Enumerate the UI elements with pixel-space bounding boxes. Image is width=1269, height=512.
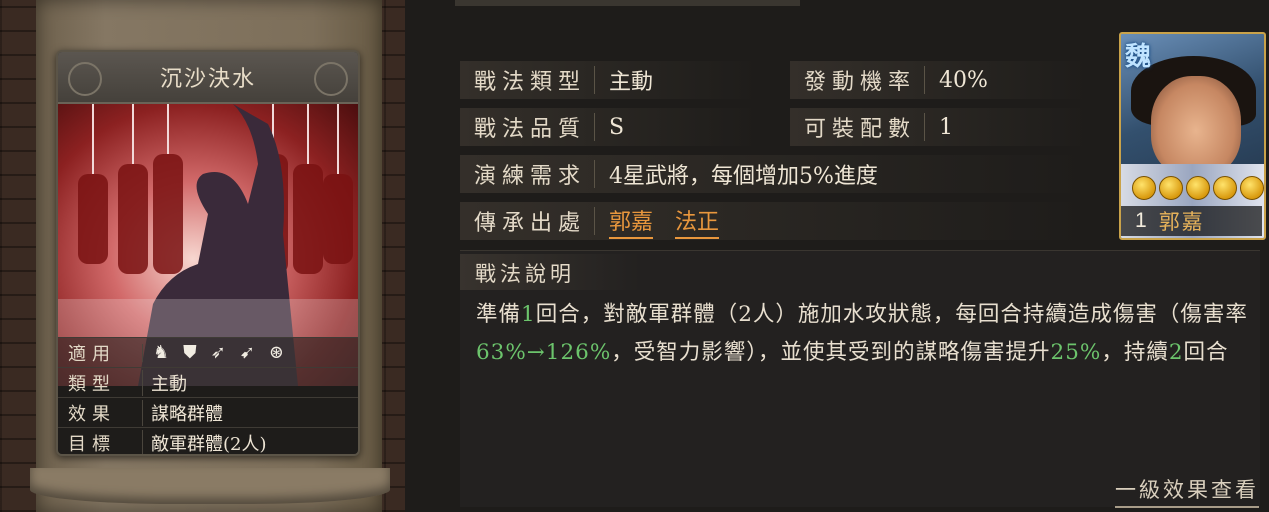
info-row-skill-type: 戰法類型 主動 bbox=[460, 61, 760, 99]
corner-ornament-icon bbox=[68, 62, 102, 96]
spear-icon: ➹ bbox=[239, 341, 255, 363]
description-highlight: 25% bbox=[1050, 340, 1102, 365]
stat-label: 類型 bbox=[68, 373, 116, 395]
star-icon bbox=[1213, 176, 1237, 200]
stat-value: 敵軍群體(2人) bbox=[142, 429, 267, 454]
stat-row-target: 目標 敵軍群體(2人) bbox=[58, 427, 358, 455]
hero-level: 1 bbox=[1135, 209, 1147, 232]
stat-label: 目標 bbox=[68, 433, 116, 455]
skill-stats: 適用 ♞ ⛊ ➶ ➹ ⊛ 類型 主動 效果 謀略群體 目標 敵軍群體(2人) bbox=[58, 337, 358, 455]
info-value: 4星武將，每個增加5%進度 bbox=[609, 164, 878, 189]
info-value: S bbox=[609, 114, 625, 140]
bow-icon: ➶ bbox=[210, 341, 226, 363]
info-row-quality: 戰法品質 S bbox=[460, 108, 760, 146]
info-row-practice-requirement: 演練需求 4星武將，每個增加5%進度 bbox=[460, 155, 1090, 193]
info-row-trigger-rate: 發動機率 40% bbox=[790, 61, 1090, 99]
star-icon bbox=[1240, 176, 1264, 200]
stat-label: 效果 bbox=[68, 403, 116, 425]
info-label: 戰法類型 bbox=[474, 70, 587, 95]
hero-face bbox=[1151, 76, 1241, 176]
divider bbox=[594, 207, 595, 235]
star-icon bbox=[1186, 176, 1210, 200]
cavalry-icon: ♞ bbox=[153, 341, 170, 363]
info-value: 40% bbox=[939, 67, 988, 93]
star-icon bbox=[1132, 176, 1156, 200]
description-highlight: 1 bbox=[521, 302, 536, 327]
description-highlight: 63%→126% bbox=[476, 340, 612, 365]
divider bbox=[594, 160, 595, 188]
troop-type-icons: ♞ ⛊ ➶ ➹ ⊛ bbox=[142, 341, 284, 363]
stat-row-applicable: 適用 ♞ ⛊ ➶ ➹ ⊛ bbox=[58, 337, 358, 367]
description-segment: 準備 bbox=[476, 302, 522, 327]
corner-ornament-icon bbox=[314, 62, 348, 96]
stat-label: 適用 bbox=[68, 343, 116, 365]
shield-icon: ⛊ bbox=[183, 341, 197, 363]
divider bbox=[924, 113, 925, 141]
stat-row-type: 類型 主動 bbox=[58, 367, 358, 397]
info-value: 1 bbox=[939, 114, 953, 140]
divider bbox=[594, 113, 595, 141]
top-divider bbox=[455, 0, 800, 6]
kingdom-badge: 魏 bbox=[1125, 42, 1152, 72]
skill-name: 沉沙決水 bbox=[159, 67, 256, 92]
star-icon bbox=[1159, 176, 1183, 200]
description-segment: ，持續 bbox=[1101, 340, 1169, 365]
description-text: 準備1回合，對敵軍群體（2人）施加水攻狀態，每回合持續造成傷害（傷害率 63%→1… bbox=[476, 296, 1256, 372]
info-value: 主動 bbox=[609, 70, 654, 95]
description-segment: 回合，對敵軍群體（2人）施加水攻狀態，每回合持續造成傷害（傷害率 bbox=[535, 302, 1248, 327]
divider bbox=[594, 66, 595, 94]
scroll-curl bbox=[30, 468, 390, 504]
skill-card-title: 沉沙決水 bbox=[58, 52, 358, 104]
skill-card: 沉沙決水 適用 ♞ ⛊ ➶ ➹ ⊛ 類型 主動 效果 謀略群體 目標 敵軍群體(… bbox=[56, 50, 360, 456]
info-row-inherit-source: 傳承出處 郭嘉 法正 bbox=[460, 202, 1090, 240]
hero-star-rating bbox=[1132, 176, 1264, 200]
stat-value: 主動 bbox=[142, 369, 187, 396]
description-segment: 回合 bbox=[1183, 340, 1229, 365]
hero-portrait-footer: 1 郭嘉 bbox=[1121, 206, 1262, 236]
level-effect-view-button[interactable]: 一級效果查看 bbox=[1115, 474, 1259, 508]
info-row-equip-count: 可裝配數 1 bbox=[790, 108, 1090, 146]
description-title: 戰法說明 bbox=[475, 262, 575, 286]
info-label: 發動機率 bbox=[804, 70, 917, 95]
stat-value: 謀略群體 bbox=[142, 399, 223, 426]
info-label: 可裝配數 bbox=[804, 117, 917, 142]
info-label: 演練需求 bbox=[474, 164, 587, 189]
divider bbox=[924, 66, 925, 94]
description-highlight: 2 bbox=[1168, 340, 1184, 365]
info-label: 傳承出處 bbox=[474, 211, 587, 236]
hero-name: 郭嘉 bbox=[1158, 210, 1205, 234]
info-label: 戰法品質 bbox=[474, 117, 587, 142]
stat-row-effect: 效果 謀略群體 bbox=[58, 397, 358, 427]
hero-link-guo-jia[interactable]: 郭嘉 bbox=[609, 204, 654, 239]
hero-link-fa-zheng[interactable]: 法正 bbox=[675, 204, 720, 239]
wheel-icon: ⊛ bbox=[268, 341, 284, 363]
description-segment: ，受智力影響），並使其受到的謀略傷害提升 bbox=[611, 340, 1051, 365]
